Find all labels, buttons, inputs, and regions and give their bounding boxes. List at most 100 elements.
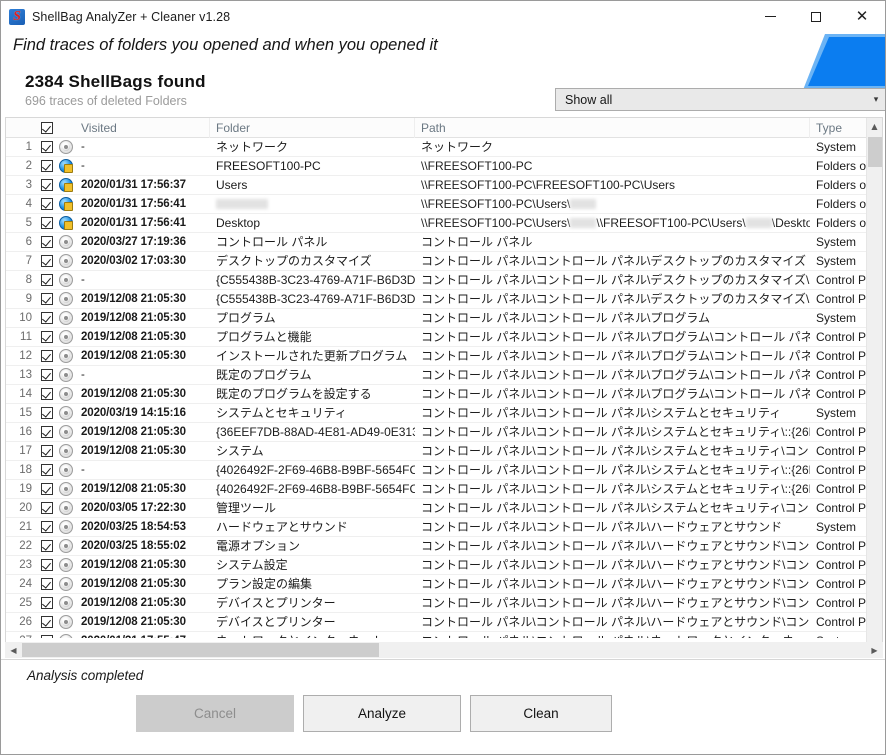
table-row[interactable]: 5 2020/01/31 17:56:41 Desktop \\FREESOFT100… <box>6 214 882 233</box>
cell-folder: インストールされた更新プログラム <box>216 348 408 363</box>
row-checkbox[interactable] <box>37 309 57 328</box>
maximize-button[interactable] <box>793 1 839 32</box>
row-checkbox[interactable] <box>37 138 57 157</box>
checkbox-icon <box>41 483 53 495</box>
row-checkbox[interactable] <box>37 594 57 613</box>
table-row[interactable]: 19 2019/12/08 21:05:30 {4026492F-2F69-46B8… <box>6 480 882 499</box>
row-checkbox[interactable] <box>37 575 57 594</box>
row-number: 11 <box>20 330 32 343</box>
horizontal-scrollbar-thumb[interactable] <box>22 643 379 657</box>
table-row[interactable]: 8 - {C555438B-3C23-4769-A71F-B6D3D9... コントロ… <box>6 271 882 290</box>
row-checkbox[interactable] <box>37 347 57 366</box>
globe-lock-icon <box>59 216 73 230</box>
scroll-left-arrow-icon[interactable]: ◀ <box>5 642 22 658</box>
table-row[interactable]: 18 - {4026492F-2F69-46B8-B9BF-5654FC... コント… <box>6 461 882 480</box>
table-row[interactable]: 15 2020/03/19 14:15:16 システムとセキュリティ コントロール パ… <box>6 404 882 423</box>
row-checkbox[interactable] <box>37 271 57 290</box>
table-row[interactable]: 16 2019/12/08 21:05:30 {36EEF7DB-88AD-4E81… <box>6 423 882 442</box>
table-row[interactable]: 20 2020/03/05 17:22:30 管理ツール コントロール パネル\コント… <box>6 499 882 518</box>
row-checkbox[interactable] <box>37 366 57 385</box>
cell-path: コントロール パネル\コントロール パネル\プログラム\コントロール パネル\プ… <box>421 329 810 344</box>
column-header-folder[interactable]: Folder <box>210 118 415 138</box>
row-checkbox[interactable] <box>37 290 57 309</box>
row-number: 23 <box>19 558 32 571</box>
scroll-right-arrow-icon[interactable]: ▶ <box>866 642 883 658</box>
table-row[interactable]: 12 2019/12/08 21:05:30 インストールされた更新プログラム コント… <box>6 347 882 366</box>
checkbox-icon <box>41 388 53 400</box>
table-row[interactable]: 2- FREESOFT100-PC \\FREESOFT100-PC Folders … <box>6 157 882 176</box>
gear-icon <box>59 482 73 496</box>
checkbox-icon <box>41 426 53 438</box>
checkbox-icon <box>41 255 53 267</box>
row-checkbox[interactable] <box>37 423 57 442</box>
row-checkbox[interactable] <box>37 252 57 271</box>
row-checkbox[interactable] <box>37 328 57 347</box>
globe-lock-icon <box>59 159 73 173</box>
row-checkbox[interactable] <box>37 157 57 176</box>
row-checkbox[interactable] <box>37 176 57 195</box>
table-row[interactable]: 1- ネットワーク ネットワーク System <box>6 138 882 157</box>
row-number: 15 <box>19 406 32 419</box>
row-checkbox[interactable] <box>37 214 57 233</box>
select-all-checkbox[interactable] <box>37 118 57 138</box>
table-row[interactable]: 6 2020/03/27 17:19:36 コントロール パネル コントロール パネル… <box>6 233 882 252</box>
row-checkbox[interactable] <box>37 195 57 214</box>
cancel-button[interactable]: Cancel <box>136 695 294 732</box>
row-number: 27 <box>6 632 37 639</box>
table-row[interactable]: 24 2019/12/08 21:05:30 プラン設定の編集 コントロール パネル\… <box>6 575 882 594</box>
checkbox-icon <box>41 521 53 533</box>
table-row[interactable]: 23 2019/12/08 21:05:30 システム設定 コントロール パネル\コン… <box>6 556 882 575</box>
table-row[interactable]: 4 2020/01/31 17:56:41 \\FREESOFT100-PC\Use… <box>6 195 882 214</box>
cell-folder: ネットワークとインターネット <box>210 632 415 639</box>
cell-path: コントロール パネル\コントロール パネル\デスクトップのカスタマイズ\::{2… <box>421 272 810 287</box>
close-button[interactable]: ✕ <box>839 1 885 32</box>
row-checkbox[interactable] <box>37 632 57 638</box>
table-row[interactable]: 21 2020/03/25 18:54:53 ハードウェアとサウンド コントロール パ… <box>6 518 882 537</box>
vertical-scrollbar-thumb[interactable] <box>868 137 882 167</box>
minimize-button[interactable] <box>747 1 793 32</box>
table-row[interactable]: 25 2019/12/08 21:05:30 デバイスとプリンター コントロール パネ… <box>6 594 882 613</box>
row-checkbox[interactable] <box>37 385 57 404</box>
checkbox-icon <box>41 464 53 476</box>
cell-visited: 2019/12/08 21:05:30 <box>81 425 186 438</box>
row-checkbox[interactable] <box>37 613 57 632</box>
filter-dropdown[interactable]: Show all ▾ <box>555 88 885 111</box>
analyze-button[interactable]: Analyze <box>303 695 461 732</box>
row-type-icon-cell <box>57 404 75 423</box>
gear-icon <box>59 273 73 287</box>
row-checkbox[interactable] <box>37 499 57 518</box>
row-checkbox[interactable] <box>37 556 57 575</box>
column-header-visited[interactable]: Visited <box>75 118 210 138</box>
table-row[interactable]: 22 2020/03/25 18:55:02 電源オプション コントロール パネル\コ… <box>6 537 882 556</box>
scroll-up-arrow-icon[interactable]: ▲ <box>867 118 882 135</box>
table-row[interactable]: 14 2019/12/08 21:05:30 既定のプログラムを設定する コントロール… <box>6 385 882 404</box>
row-number: 17 <box>19 444 32 457</box>
table-row[interactable]: 3 2020/01/31 17:56:37 Users \\FREESOFT100-P… <box>6 176 882 195</box>
row-checkbox[interactable] <box>37 518 57 537</box>
row-checkbox[interactable] <box>37 461 57 480</box>
table-row[interactable]: 10 2019/12/08 21:05:30 プログラム コントロール パネル\コント… <box>6 309 882 328</box>
cell-visited: 2019/12/08 21:05:30 <box>81 596 186 609</box>
row-checkbox[interactable] <box>37 537 57 556</box>
table-row[interactable]: 7 2020/03/02 17:03:30 デスクトップのカスタマイズ コントロール … <box>6 252 882 271</box>
cell-path: コントロール パネル\コントロール パネル\ハードウェアとサウンド <box>421 519 783 534</box>
vertical-scrollbar[interactable]: ▲ ▼ <box>866 118 882 655</box>
table-row[interactable]: 9 2019/12/08 21:05:30 {C555438B-3C23-4769-… <box>6 290 882 309</box>
table-row[interactable]: 27 2020/01/31 17:55:47ネットワークとインターネットコントロー… <box>6 632 882 638</box>
row-checkbox[interactable] <box>37 233 57 252</box>
horizontal-scrollbar[interactable]: ◀ ▶ <box>5 642 883 658</box>
table-row[interactable]: 17 2019/12/08 21:05:30 システム コントロール パネル\コントロ… <box>6 442 882 461</box>
checkbox-icon <box>41 121 53 134</box>
row-checkbox[interactable] <box>37 404 57 423</box>
table-row[interactable]: 11 2019/12/08 21:05:30 プログラムと機能 コントロール パネル\… <box>6 328 882 347</box>
row-checkbox[interactable] <box>37 480 57 499</box>
row-type-icon-cell <box>57 461 75 480</box>
clean-button[interactable]: Clean <box>470 695 612 732</box>
column-header-path[interactable]: Path <box>415 118 810 138</box>
table-row[interactable]: 26 2019/12/08 21:05:30 デバイスとプリンター コントロール パネ… <box>6 613 882 632</box>
row-type-icon-cell <box>57 157 75 176</box>
table-row[interactable]: 13 - 既定のプログラム コントロール パネル\コントロール パネル\プログラム\コ… <box>6 366 882 385</box>
cell-folder: {4026492F-2F69-46B8-B9BF-5654FC... <box>216 481 415 496</box>
row-type-icon-cell <box>57 518 75 537</box>
row-checkbox[interactable] <box>37 442 57 461</box>
